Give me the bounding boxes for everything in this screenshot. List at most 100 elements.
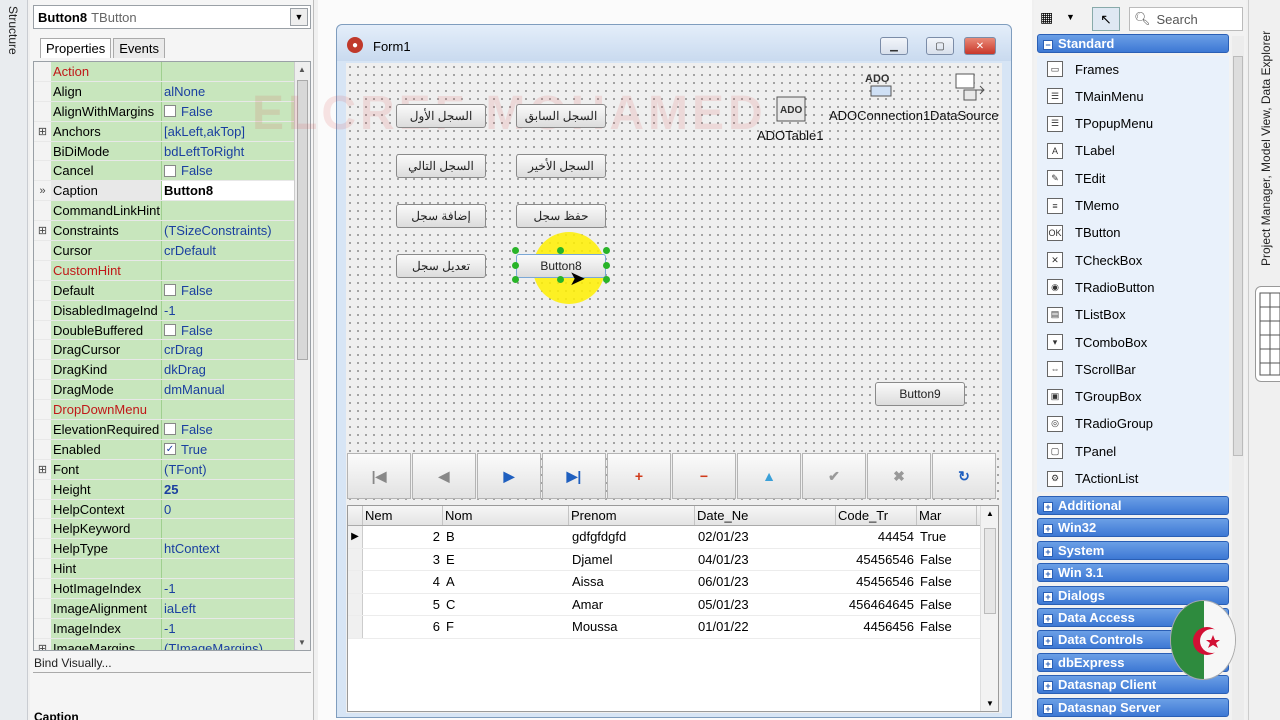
tab-events[interactable]: Events <box>113 38 165 58</box>
property-value[interactable]: crDefault <box>162 241 294 260</box>
expand-icon[interactable]: ⊞ <box>34 121 51 141</box>
table-row[interactable]: 5 C Amar 05/01/23 456464645 False <box>348 593 980 617</box>
property-value[interactable]: False <box>162 280 294 300</box>
property-row[interactable]: » Caption Button8 <box>34 181 294 202</box>
selection-handle[interactable] <box>512 247 519 254</box>
grid-cell[interactable]: Djamel <box>569 549 695 571</box>
property-row[interactable]: ImageIndex -1 <box>34 618 294 639</box>
navigator-button[interactable]: ◀ <box>412 453 476 499</box>
palette-item[interactable]: ▣ TGroupBox <box>1047 384 1141 410</box>
selection-handle[interactable] <box>512 276 519 283</box>
grid-cell[interactable]: True <box>917 526 977 548</box>
grid-column-header[interactable]: Nom <box>443 506 569 525</box>
property-value[interactable]: ✓ True <box>162 439 294 459</box>
scroll-thumb[interactable] <box>1233 56 1243 456</box>
palette-category[interactable]: + System <box>1037 540 1229 560</box>
table-row[interactable]: 6 F Moussa 01/01/22 4456456 False <box>348 616 980 639</box>
property-value[interactable]: False <box>162 161 294 181</box>
grid-cell[interactable]: 06/01/23 <box>695 571 836 593</box>
scroll-down-icon[interactable]: ▼ <box>298 638 306 647</box>
property-value[interactable]: Button8 <box>162 181 294 201</box>
property-row[interactable]: HelpContext 0 <box>34 499 294 520</box>
navigator-button[interactable]: ▶ <box>477 453 541 499</box>
property-row[interactable]: Cursor crDefault <box>34 241 294 261</box>
palette-item[interactable]: ⇔ TScrollBar <box>1047 356 1136 382</box>
palette-item[interactable]: A TLabel <box>1047 138 1115 164</box>
scroll-up-icon[interactable]: ▲ <box>298 65 306 74</box>
grid-cell[interactable]: F <box>443 616 569 638</box>
save-record-button[interactable]: حفظ سجل <box>516 204 606 228</box>
grid-cell[interactable]: False <box>917 594 977 616</box>
palette-category[interactable]: + Additional <box>1037 496 1229 515</box>
checkbox-icon[interactable] <box>164 105 176 118</box>
grid-cell[interactable]: 4 <box>363 571 443 593</box>
property-row[interactable]: ⊞ ImageMargins (TImageMargins) <box>34 638 294 650</box>
grid-cell[interactable]: False <box>917 549 977 571</box>
chevron-down-icon[interactable]: ▼ <box>1066 12 1075 22</box>
button8[interactable]: Button8 <box>516 254 606 278</box>
expand-icon[interactable]: ⊞ <box>34 221 51 241</box>
property-row[interactable]: DragCursor crDrag <box>34 340 294 361</box>
expand-icon[interactable]: ⊞ <box>34 459 51 479</box>
right-dock-strip[interactable]: Project Manager, Model View, Data Explor… <box>1248 0 1280 720</box>
palette-search-input[interactable]: 🔍︎ Search <box>1129 7 1243 31</box>
grid-cell[interactable]: 02/01/23 <box>695 526 836 548</box>
property-row[interactable]: ⊞ Constraints (TSizeConstraints) <box>34 221 294 242</box>
structure-tab[interactable]: Structure <box>0 0 28 720</box>
grid-cell[interactable]: 4456456 <box>836 616 917 638</box>
dock-panel-handle[interactable] <box>1255 286 1280 382</box>
property-row[interactable]: CustomHint <box>34 260 294 281</box>
palette-scrollbar[interactable] <box>1232 36 1244 720</box>
grid-cell[interactable]: 2 <box>363 526 443 548</box>
grid-column-header[interactable]: Prenom <box>569 506 695 525</box>
categories-icon[interactable]: ▦ <box>1040 9 1053 26</box>
property-scrollbar[interactable]: ▲ ▼ <box>294 62 310 650</box>
selection-handle[interactable] <box>557 247 564 254</box>
palette-item[interactable]: ▢ TPanel <box>1047 438 1116 464</box>
edit-record-button[interactable]: تعديل سجل <box>396 254 486 278</box>
property-row[interactable]: DropDownMenu <box>34 400 294 421</box>
grid-cell[interactable]: 5 <box>363 594 443 616</box>
navigator-button[interactable]: ↻ <box>932 453 996 499</box>
property-value[interactable]: iaLeft <box>162 599 294 618</box>
property-value[interactable]: False <box>162 420 294 439</box>
navigator-button[interactable]: ✖ <box>867 453 931 499</box>
grid-cell[interactable]: C <box>443 594 569 616</box>
pointer-tool-icon[interactable]: ↖ <box>1092 7 1120 31</box>
property-value[interactable]: -1 <box>162 300 294 320</box>
table-row[interactable]: 4 A Aissa 06/01/23 45456546 False <box>348 571 980 594</box>
grid-cell[interactable]: 44454 <box>836 526 917 548</box>
property-row[interactable]: BiDiMode bdLeftToRight <box>34 141 294 162</box>
grid-cell[interactable]: E <box>443 549 569 571</box>
add-record-button[interactable]: إضافة سجل <box>396 204 486 228</box>
last-record-button[interactable]: السجل الأخير <box>516 154 606 178</box>
property-row[interactable]: DoubleBuffered False <box>34 320 294 341</box>
property-row[interactable]: Height 25 <box>34 479 294 500</box>
selection-handle[interactable] <box>603 262 610 269</box>
grid-cell[interactable]: 01/01/22 <box>695 616 836 638</box>
grid-cell[interactable]: 04/01/23 <box>695 549 836 571</box>
palette-item[interactable]: ⚙ TActionList <box>1047 466 1138 492</box>
grid-cell[interactable]: 45456546 <box>836 571 917 593</box>
grid-cell[interactable]: Moussa <box>569 616 695 638</box>
grid-cell[interactable]: 456464645 <box>836 594 917 616</box>
property-row[interactable]: ElevationRequired False <box>34 420 294 440</box>
scroll-up-icon[interactable]: ▲ <box>986 509 994 518</box>
grid-cell[interactable]: 45456546 <box>836 549 917 571</box>
property-value[interactable]: -1 <box>162 618 294 638</box>
grid-cell[interactable]: Aissa <box>569 571 695 593</box>
property-value[interactable]: -1 <box>162 579 294 599</box>
palette-item[interactable]: ☰ TMainMenu <box>1047 83 1144 109</box>
property-value[interactable]: dkDrag <box>162 360 294 380</box>
grid-column-header[interactable]: Nem <box>363 506 443 525</box>
ado-table-icon[interactable]: ADO <box>775 95 807 125</box>
grid-cell[interactable]: B <box>443 526 569 548</box>
property-value[interactable]: 0 <box>162 499 294 519</box>
navigator-button[interactable]: ▶| <box>542 453 606 499</box>
navigator-button[interactable]: |◀ <box>347 453 411 499</box>
property-value[interactable]: crDrag <box>162 340 294 360</box>
property-row[interactable]: DragMode dmManual <box>34 380 294 401</box>
selection-handle[interactable] <box>557 276 564 283</box>
palette-category-standard[interactable]: − Standard <box>1037 34 1229 53</box>
db-grid[interactable]: Nem Nom Prenom Date_Ne Code_Tr Mar ▶ 2 Bgdfgfdg… <box>347 505 999 712</box>
